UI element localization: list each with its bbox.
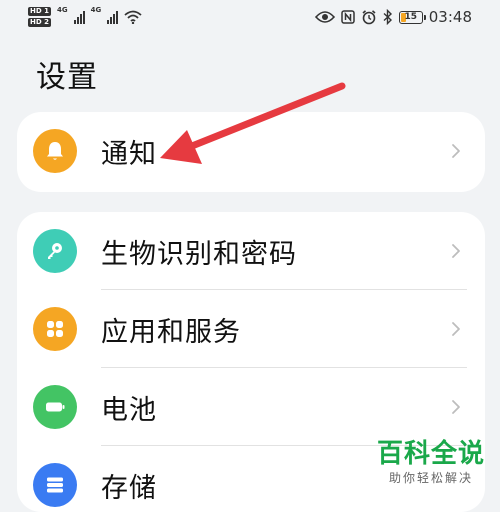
settings-card-notifications: 通知 bbox=[17, 112, 485, 192]
apps-icon bbox=[33, 307, 77, 351]
chevron-right-icon bbox=[445, 318, 467, 340]
settings-item-notifications[interactable]: 通知 bbox=[17, 112, 485, 190]
sim2-badge: HD 2 bbox=[28, 18, 51, 27]
signal-strength-1-icon bbox=[73, 10, 85, 24]
settings-item-apps-services[interactable]: 应用和服务 bbox=[17, 290, 485, 368]
eye-icon bbox=[314, 11, 335, 23]
battery-level: 15 bbox=[404, 12, 418, 22]
battery-icon bbox=[33, 385, 77, 429]
network-type-2: 4G bbox=[90, 6, 102, 14]
wifi-icon bbox=[124, 10, 142, 24]
network-type-1: 4G bbox=[56, 6, 68, 14]
battery-icon: 15 bbox=[398, 10, 426, 24]
watermark-subtitle: 助你轻松解决 bbox=[388, 471, 473, 485]
key-icon bbox=[33, 229, 77, 273]
settings-item-label: 电池 bbox=[101, 394, 157, 426]
status-bar-left: HD 1 HD 2 4G 4G bbox=[28, 4, 142, 30]
sim-indicators: HD 1 HD 2 bbox=[28, 7, 51, 27]
page-title: 设置 bbox=[36, 60, 98, 95]
watermark-logo: 百科全说 助你轻松解决 bbox=[370, 438, 492, 486]
storage-icon bbox=[33, 463, 77, 507]
status-time: 03:48 bbox=[428, 8, 472, 26]
chevron-right-icon bbox=[445, 240, 467, 262]
bell-icon bbox=[33, 129, 77, 173]
status-bar: HD 1 HD 2 4G 4G 15 03:48 bbox=[0, 0, 500, 34]
settings-item-label: 存储 bbox=[101, 472, 157, 504]
signal-strength-2-icon bbox=[107, 10, 119, 24]
sim1-badge: HD 1 bbox=[28, 7, 51, 16]
settings-item-label: 通知 bbox=[101, 138, 157, 170]
settings-item-biometrics[interactable]: 生物识别和密码 bbox=[17, 212, 485, 290]
nfc-icon bbox=[341, 10, 355, 24]
status-bar-right: 15 03:48 bbox=[314, 6, 472, 28]
settings-item-battery[interactable]: 电池 bbox=[17, 368, 485, 446]
settings-item-label: 应用和服务 bbox=[101, 316, 241, 348]
watermark-title: 百科全说 bbox=[376, 439, 485, 469]
alarm-icon bbox=[362, 10, 376, 25]
bluetooth-icon bbox=[383, 9, 392, 25]
chevron-right-icon bbox=[445, 140, 467, 162]
chevron-right-icon bbox=[445, 396, 467, 418]
settings-item-label: 生物识别和密码 bbox=[101, 238, 297, 270]
